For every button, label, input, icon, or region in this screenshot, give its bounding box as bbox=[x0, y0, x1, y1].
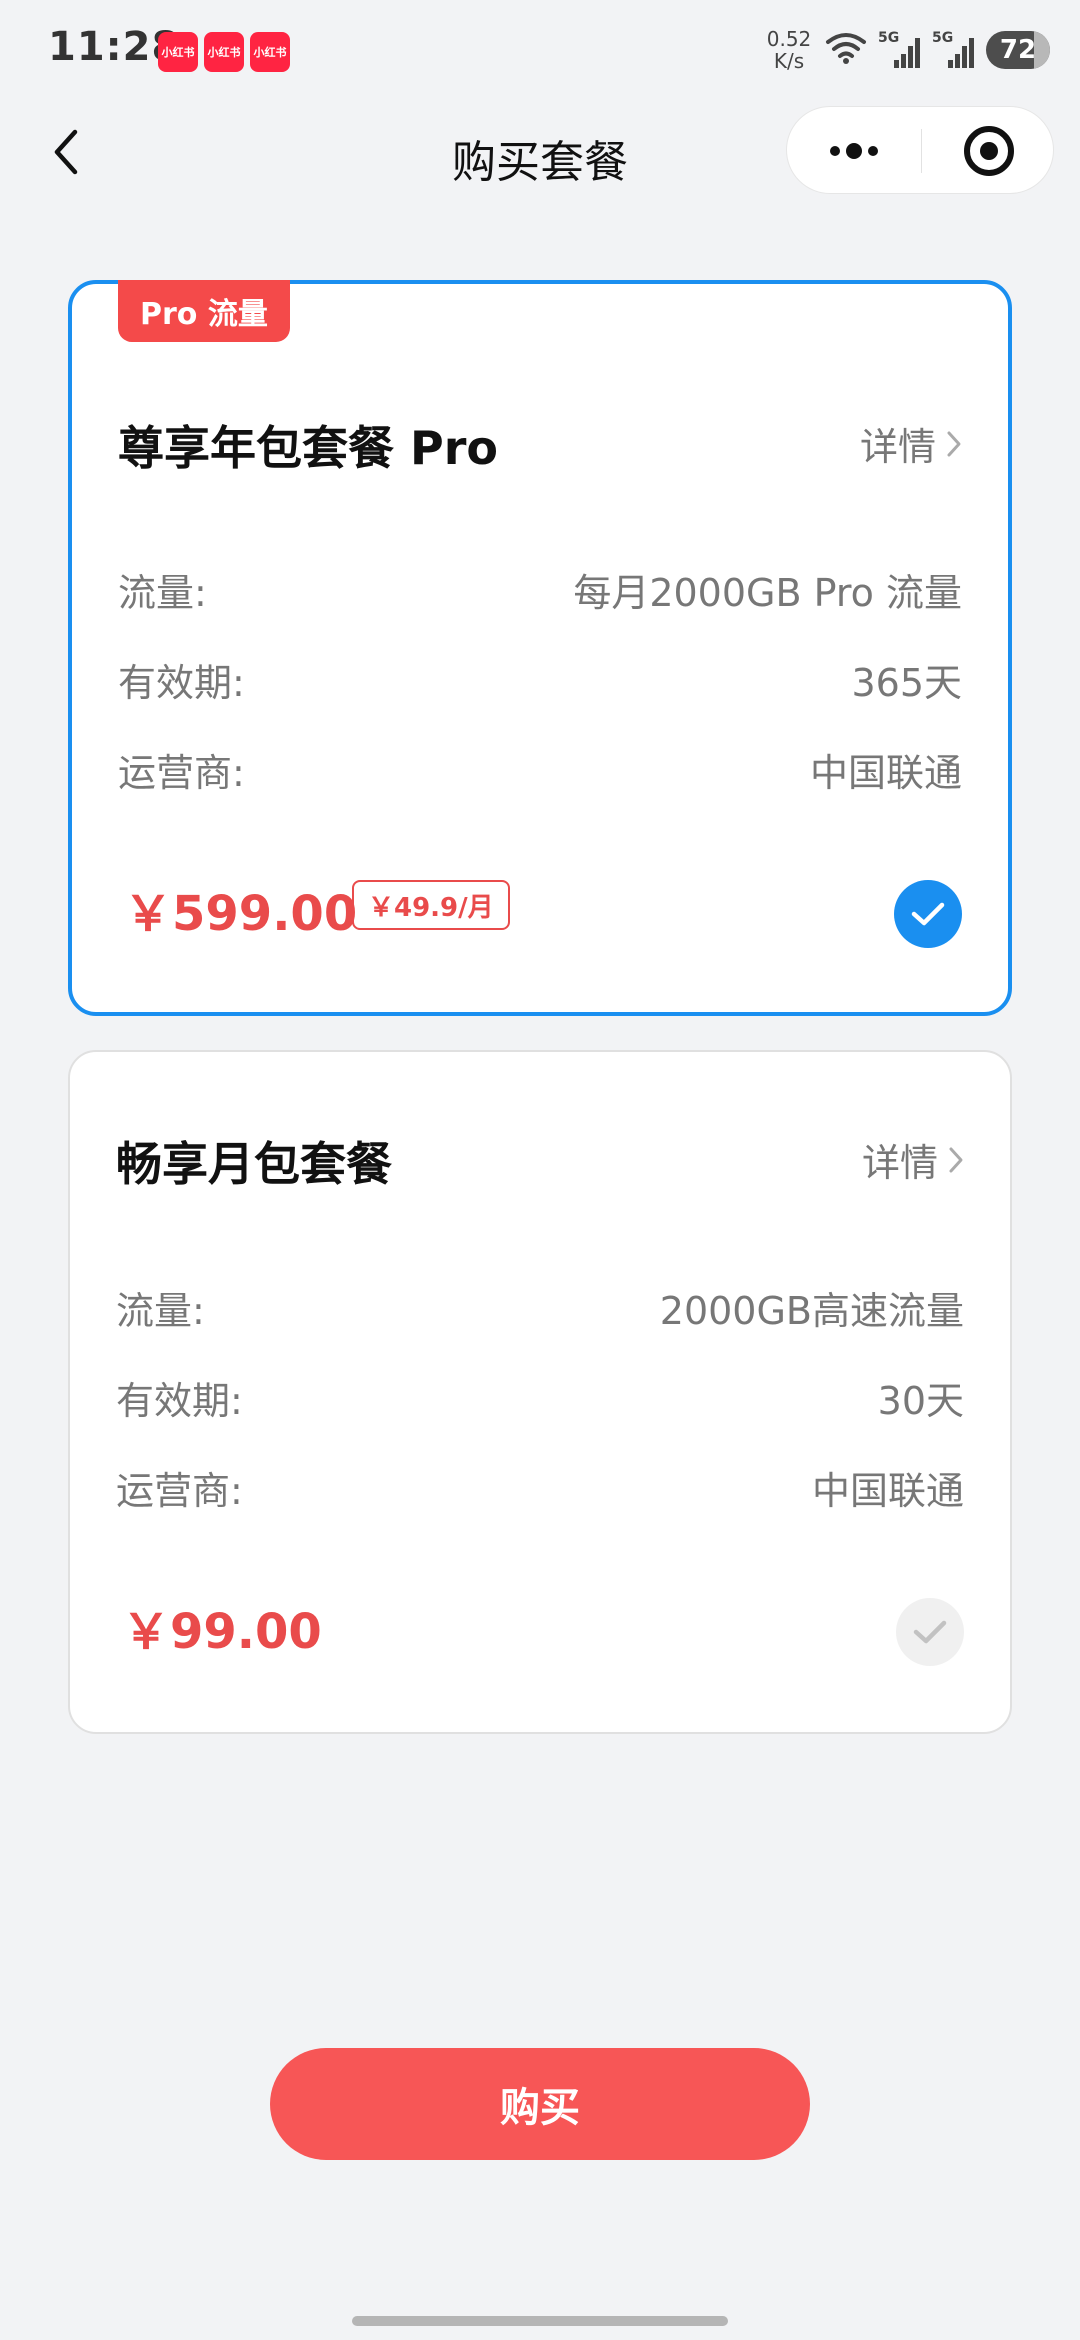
close-mini-program-button[interactable] bbox=[922, 107, 1055, 195]
row-label: 流量: bbox=[116, 1289, 205, 1333]
more-button[interactable] bbox=[787, 107, 921, 195]
details-label: 详情 bbox=[861, 1141, 938, 1185]
row-value: 2000GB高速流量 bbox=[659, 1289, 964, 1333]
nav-bar: 购买套餐 bbox=[0, 100, 1080, 204]
row-value: 中国联通 bbox=[811, 1469, 964, 1513]
pro-badge: Pro 流量 bbox=[118, 280, 290, 342]
details-label: 详情 bbox=[859, 425, 936, 469]
row-label: 有效期: bbox=[118, 661, 245, 705]
notification-icons: 小红书 小红书 小红书 bbox=[158, 32, 290, 72]
xiaohongshu-app-icon: 小红书 bbox=[158, 32, 198, 72]
status-indicators: 0.52 K/s 5G 5G 72 bbox=[764, 28, 1050, 72]
plan-price: ￥599.00 bbox=[124, 886, 358, 942]
network-speed-unit: K/s bbox=[773, 49, 805, 73]
row-label: 运营商: bbox=[116, 1469, 243, 1513]
network-speed: 0.52 K/s bbox=[764, 28, 814, 72]
plan-card-monthly[interactable]: 畅享月包套餐 详情 流量: 2000GB高速流量 有效期: 30天 运营商: 中… bbox=[68, 1050, 1012, 1734]
plan-row-carrier: 运营商: 中国联通 bbox=[118, 742, 962, 797]
network-speed-value: 0.52 bbox=[766, 27, 812, 51]
unselected-check-icon[interactable] bbox=[896, 1598, 964, 1666]
plan-row-validity: 有效期: 365天 bbox=[118, 652, 962, 707]
plan-price: ￥99.00 bbox=[122, 1604, 322, 1660]
xiaohongshu-app-icon: 小红书 bbox=[250, 32, 290, 72]
monthly-price-tag: ￥49.9/月 bbox=[352, 880, 510, 930]
selected-check-icon[interactable] bbox=[894, 880, 962, 948]
plan-row-traffic: 流量: 每月2000GB Pro 流量 bbox=[118, 562, 962, 617]
chevron-right-icon bbox=[949, 1147, 963, 1172]
row-label: 流量: bbox=[118, 571, 207, 615]
signal-5g-icon: 5G bbox=[932, 28, 976, 72]
plan-title: 畅享月包套餐 bbox=[116, 1137, 392, 1191]
chevron-right-icon bbox=[947, 431, 961, 456]
row-label: 运营商: bbox=[118, 751, 245, 795]
details-link[interactable]: 详情 bbox=[862, 1132, 964, 1187]
home-indicator[interactable] bbox=[352, 2316, 728, 2326]
plan-row-traffic: 流量: 2000GB高速流量 bbox=[116, 1280, 964, 1335]
signal-5g-icon: 5G bbox=[878, 28, 922, 72]
row-value: 中国联通 bbox=[809, 751, 962, 795]
plan-row-carrier: 运营商: 中国联通 bbox=[116, 1460, 964, 1515]
plan-row-validity: 有效期: 30天 bbox=[116, 1370, 964, 1425]
mini-program-capsule bbox=[786, 106, 1054, 194]
row-value: 每月2000GB Pro 流量 bbox=[573, 571, 962, 615]
plan-title: 尊享年包套餐 Pro bbox=[118, 421, 499, 475]
plan-card-annual-pro[interactable]: Pro 流量 尊享年包套餐 Pro 详情 流量: 每月2000GB Pro 流量… bbox=[68, 280, 1012, 1016]
target-icon bbox=[963, 126, 1014, 176]
row-value: 30天 bbox=[877, 1379, 964, 1423]
row-label: 有效期: bbox=[116, 1379, 243, 1423]
xiaohongshu-app-icon: 小红书 bbox=[204, 32, 244, 72]
row-value: 365天 bbox=[851, 661, 962, 705]
buy-button[interactable]: 购买 bbox=[270, 2048, 810, 2160]
wifi-icon bbox=[824, 28, 868, 72]
purchase-plan-page: 11:28 小红书 小红书 小红书 0.52 K/s 5G 5G 72 购买套餐… bbox=[0, 0, 1080, 2340]
details-link[interactable]: 详情 bbox=[860, 416, 962, 471]
status-bar: 11:28 小红书 小红书 小红书 0.52 K/s 5G 5G 72 bbox=[0, 0, 1080, 100]
battery-icon: 72 bbox=[986, 31, 1050, 69]
battery-level: 72 bbox=[999, 35, 1037, 65]
